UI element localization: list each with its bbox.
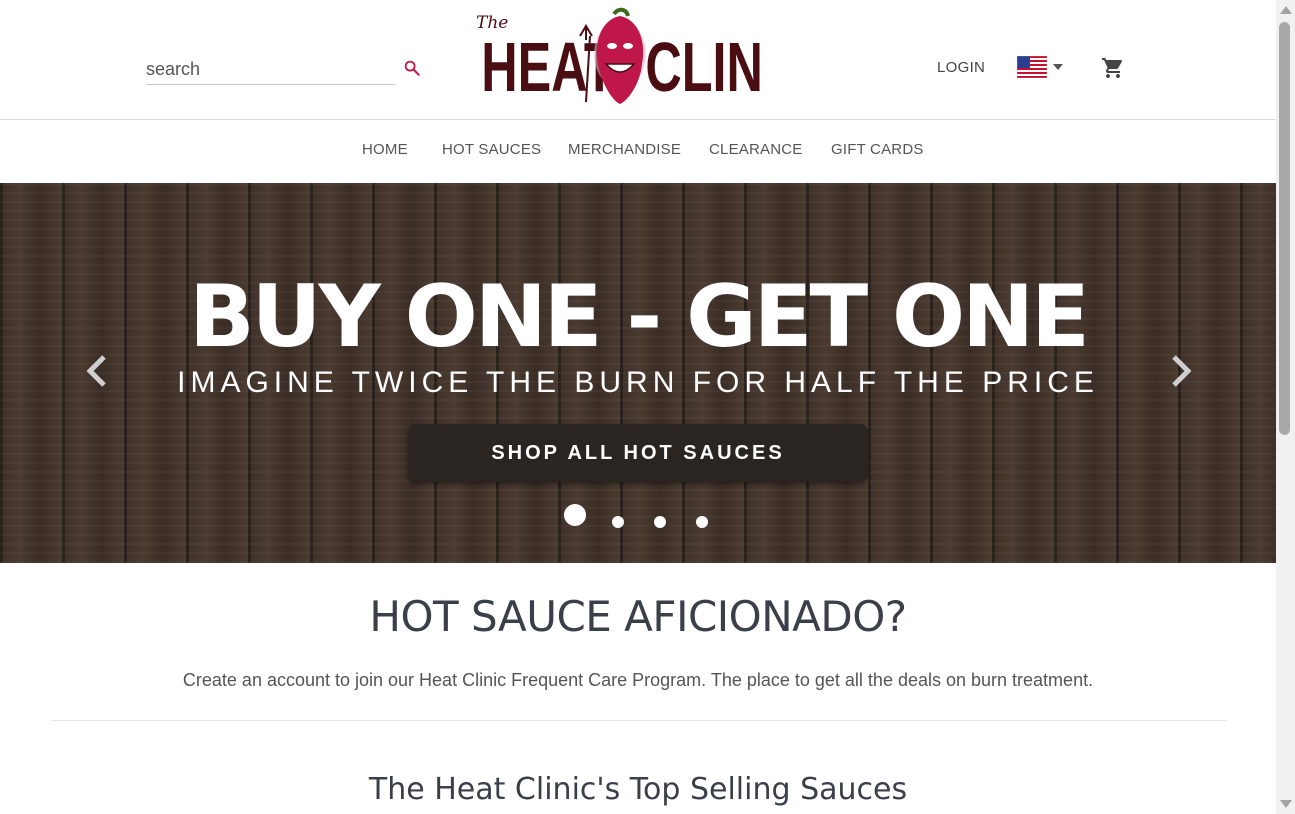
hero-carousel[interactable]: BUY ONE - GET ONE IMAGINE TWICE THE BURN… [0, 183, 1276, 563]
carousel-dot-3[interactable] [654, 516, 666, 528]
logo-heat-text: HEAT [481, 28, 614, 106]
carousel-prev-icon[interactable] [82, 351, 112, 391]
cart-icon[interactable] [1101, 56, 1125, 80]
us-flag-icon [1017, 56, 1047, 78]
nav-item-clearance[interactable]: CLEARANCE [709, 141, 803, 158]
carousel-dot-1[interactable] [564, 504, 586, 526]
hero-subline: IMAGINE TWICE THE BURN FOR HALF THE PRIC… [177, 366, 1099, 399]
carousel-next-icon[interactable] [1166, 351, 1196, 391]
nav-item-hot-sauces[interactable]: HOT SAUCES [442, 141, 541, 158]
logo-clinic-text: CLINIC [645, 28, 766, 106]
shop-all-hot-sauces-button[interactable]: SHOP ALL HOT SAUCES [408, 424, 868, 482]
hero-headline: BUY ONE - GET ONE [189, 267, 1090, 367]
top-selling-title: The Heat Clinic's Top Selling Sauces [368, 772, 908, 807]
promo-title: HOT SAUCE AFICIONADO? [369, 592, 907, 641]
nav-item-merchandise[interactable]: MERCHANDISE [568, 141, 681, 158]
promo-text: Create an account to join our Heat Clini… [182, 670, 1094, 690]
heat-clinic-logo[interactable]: The HEAT CLINIC [474, 6, 766, 108]
search-icon[interactable] [403, 59, 421, 77]
search-input[interactable] [146, 56, 386, 82]
nav-item-home[interactable]: HOME [362, 141, 408, 158]
login-link[interactable]: LOGIN [937, 59, 985, 76]
main-nav: HOME HOT SAUCES MERCHANDISE CLEARANCE GI… [0, 120, 1276, 182]
scroll-down-icon[interactable] [1280, 800, 1292, 808]
section-divider [51, 720, 1226, 721]
carousel-dot-2[interactable] [612, 516, 624, 528]
carousel-dot-4[interactable] [696, 516, 708, 528]
page-scrollbar[interactable] [1276, 0, 1295, 814]
caret-down-icon [1053, 64, 1063, 70]
search-field[interactable] [146, 56, 396, 85]
site-header: The HEAT CLINIC LOGIN [0, 0, 1276, 120]
currency-selector[interactable] [1017, 56, 1065, 80]
scrollbar-thumb[interactable] [1279, 22, 1290, 435]
scroll-up-icon[interactable] [1280, 6, 1292, 14]
nav-item-gift-cards[interactable]: GIFT CARDS [831, 141, 924, 158]
